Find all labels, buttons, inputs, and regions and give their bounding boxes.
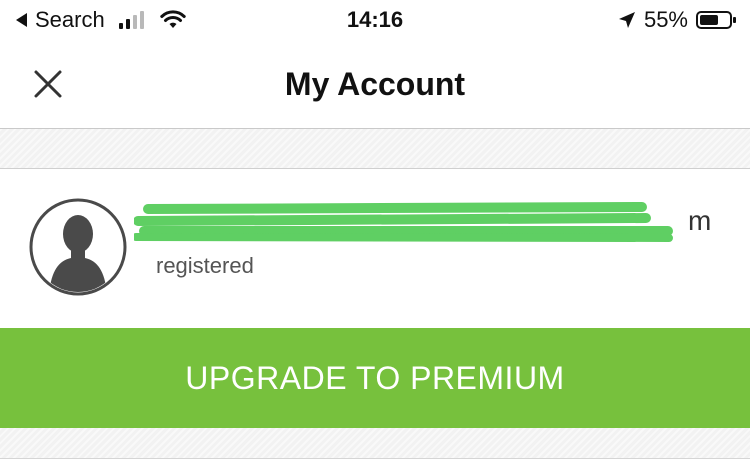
back-arrow-icon[interactable] <box>16 13 27 27</box>
status-left: Search <box>0 7 186 33</box>
user-avatar-icon <box>29 198 127 296</box>
wifi-icon <box>160 10 186 28</box>
status-bar: Search 14:16 55% <box>0 0 750 40</box>
pattern-band-bottom <box>0 428 750 458</box>
status-right: 55% <box>618 7 750 33</box>
upgrade-to-premium-button[interactable]: UPGRADE TO PREMIUM <box>0 328 750 428</box>
account-status: registered <box>156 253 254 278</box>
battery-percentage: 55% <box>643 7 688 32</box>
navigation-bar: My Account <box>0 40 750 129</box>
back-to-search-label[interactable]: Search <box>35 7 105 33</box>
pattern-band-top <box>0 129 750 168</box>
page-title: My Account <box>284 66 466 102</box>
battery-icon <box>696 11 736 29</box>
account-card: xxxxxxxxxxxxxxxxxxxxxxxxxxxxxxxxxxxxxxm … <box>0 168 750 329</box>
email-redaction-mark <box>134 202 673 242</box>
divider <box>0 458 750 459</box>
cellular-signal-icon <box>118 11 144 29</box>
location-arrow-icon <box>618 12 635 28</box>
